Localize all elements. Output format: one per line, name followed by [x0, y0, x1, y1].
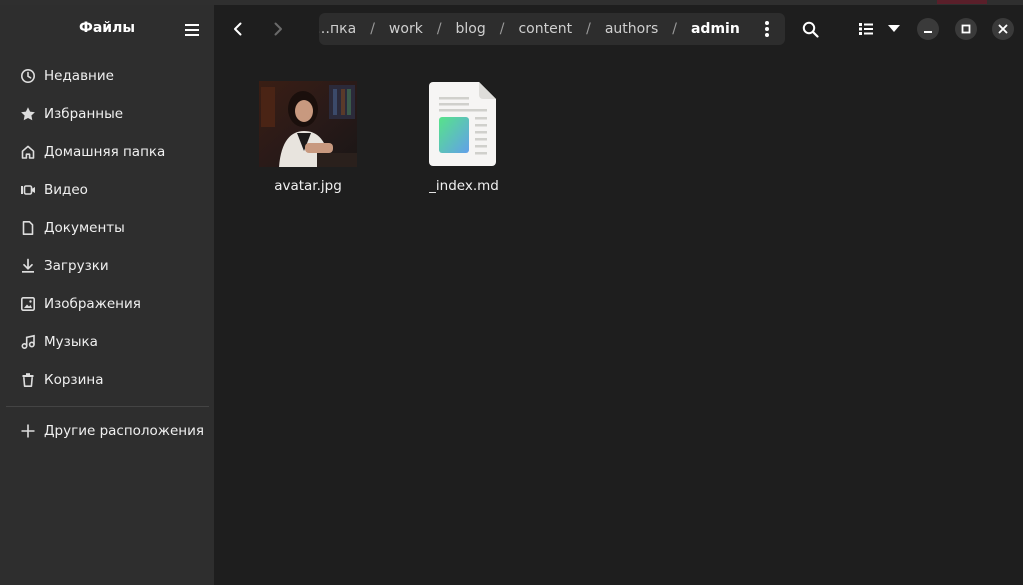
- path-separator: /: [436, 21, 442, 37]
- sidebar-item-trash[interactable]: Корзина: [0, 361, 214, 399]
- chevron-left-icon: [234, 22, 242, 36]
- file-item-index[interactable]: _index.md: [404, 79, 524, 194]
- download-icon: [19, 257, 37, 275]
- sidebar-item-videos[interactable]: Видео: [0, 171, 214, 209]
- view-options-dropdown-icon[interactable]: [884, 17, 904, 41]
- path-separator: /: [672, 21, 677, 37]
- trash-icon: [19, 371, 37, 389]
- crumb-admin[interactable]: admin: [691, 21, 740, 37]
- accent-strip: [937, 0, 987, 4]
- sidebar-item-label: Домашняя папка: [44, 144, 166, 160]
- sidebar-item-label: Документы: [44, 220, 125, 236]
- sidebar-item-other-locations[interactable]: Другие расположения: [0, 412, 214, 450]
- file-name: avatar.jpg: [274, 178, 342, 194]
- file-name: _index.md: [429, 178, 499, 194]
- home-icon: [19, 143, 37, 161]
- list-view-icon[interactable]: [856, 17, 876, 41]
- file-item-avatar[interactable]: avatar.jpg: [248, 79, 368, 194]
- star-icon: [19, 105, 37, 123]
- image-thumbnail: [248, 79, 368, 169]
- sidebar-item-pictures[interactable]: Изображения: [0, 285, 214, 323]
- path-separator: /: [586, 21, 591, 37]
- sidebar-item-label: Музыка: [44, 334, 98, 350]
- sidebar-header: Файлы: [0, 5, 214, 53]
- sidebar-item-label: Недавние: [44, 68, 114, 84]
- breadcrumb: …пка / work / blog / content / authors /…: [319, 21, 740, 37]
- sidebar-item-starred[interactable]: Избранные: [0, 95, 214, 133]
- clock-icon: [19, 67, 37, 85]
- pathbar: …пка / work / blog / content / authors /…: [319, 13, 785, 45]
- back-button[interactable]: [226, 17, 250, 41]
- header-bar: …пка / work / blog / content / authors /…: [214, 5, 1023, 53]
- sidebar: Файлы Недавние Избранные Домашняя папка …: [0, 5, 214, 585]
- sidebar-item-label: Избранные: [44, 106, 124, 122]
- sidebar-item-label: Другие расположения: [44, 423, 204, 439]
- sidebar-item-documents[interactable]: Документы: [0, 209, 214, 247]
- image-icon: [19, 295, 37, 313]
- crumb-blog[interactable]: blog: [456, 21, 486, 37]
- crumb-content[interactable]: content: [518, 21, 572, 37]
- file-manager-window: Файлы Недавние Избранные Домашняя папка …: [0, 0, 1023, 585]
- path-separator: /: [499, 21, 505, 37]
- path-separator: /: [370, 21, 375, 37]
- sidebar-item-label: Загрузки: [44, 258, 109, 274]
- hamburger-menu-icon[interactable]: [180, 19, 204, 41]
- sidebar-item-label: Корзина: [44, 372, 104, 388]
- search-icon[interactable]: [798, 17, 822, 41]
- plus-icon: [19, 422, 37, 440]
- document-icon: [19, 219, 37, 237]
- music-icon: [19, 333, 37, 351]
- sidebar-item-downloads[interactable]: Загрузки: [0, 247, 214, 285]
- minimize-button[interactable]: [917, 18, 939, 40]
- close-button[interactable]: [992, 18, 1014, 40]
- crumb-authors[interactable]: authors: [605, 21, 658, 37]
- vertical-dots-icon[interactable]: [755, 17, 779, 41]
- sidebar-item-home[interactable]: Домашняя папка: [0, 133, 214, 171]
- text-document-icon: [404, 79, 524, 169]
- close-icon: [998, 24, 1008, 34]
- sidebar-item-music[interactable]: Музыка: [0, 323, 214, 361]
- crumb-work[interactable]: work: [389, 21, 423, 37]
- sidebar-item-label: Изображения: [44, 296, 141, 312]
- forward-button[interactable]: [266, 17, 290, 41]
- crumb-truncated[interactable]: …пка: [319, 21, 356, 37]
- maximize-button[interactable]: [955, 18, 977, 40]
- video-icon: [19, 181, 37, 199]
- sidebar-item-recent[interactable]: Недавние: [0, 57, 214, 95]
- chevron-right-icon: [274, 22, 282, 36]
- file-view: avatar.jpg _index.md: [214, 53, 1023, 585]
- places-list: Недавние Избранные Домашняя папка Видео …: [0, 57, 214, 399]
- maximize-icon: [961, 24, 971, 34]
- sidebar-separator: [6, 406, 209, 407]
- minimize-icon: [924, 31, 932, 33]
- sidebar-item-label: Видео: [44, 182, 88, 198]
